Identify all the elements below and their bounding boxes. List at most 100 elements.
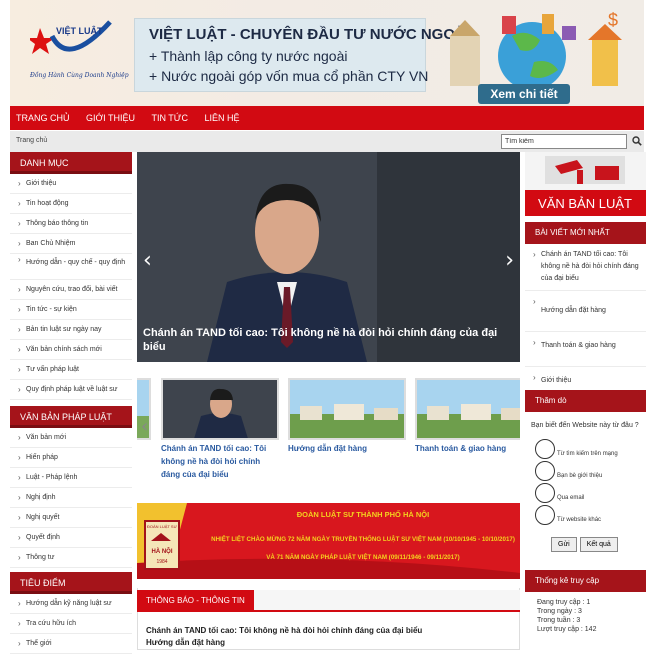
left-sidebar: DANH MỤC Giới thiệu Tin hoạt động Thông …	[10, 152, 132, 654]
poll-box: Thăm dò Bạn biết đến Website này từ đâu …	[525, 390, 646, 552]
nav-news[interactable]: TIN TỨC	[145, 106, 194, 130]
promo-line-2: VÀ 71 NĂM NGÀY PHÁP LUẬT VIỆT NAM (09/11…	[266, 553, 459, 561]
radio-button[interactable]	[535, 483, 555, 503]
slider-caption[interactable]: Chánh án TAND tối cao: Tôi không nề hà đ…	[143, 326, 513, 354]
thumb-title[interactable]: Hướng dẫn đặt hàng	[288, 442, 406, 455]
featured-slider[interactable]: ‹ › Chánh án TAND tối cao: Tôi không nề …	[137, 152, 520, 362]
law-heading: VĂN BẢN PHÁP LUẬT	[10, 406, 132, 428]
ad-line-2: + Nước ngoài góp vốn mua cổ phần CTY VN	[149, 68, 429, 84]
law-docs-banner[interactable]: VĂN BẢN LUẬT	[525, 152, 646, 216]
poll-option-label: Bạn bè giới thiệu	[557, 473, 603, 479]
law-docs-title: VĂN BẢN LUẬT	[538, 196, 632, 211]
notice-list: Chánh án TAND tối cao: Tôi không nề hà đ…	[146, 625, 422, 649]
focus-heading: TIÊU ĐIỂM	[10, 572, 132, 594]
slider-prev-icon[interactable]: ‹	[143, 248, 152, 273]
thumb-item[interactable]: Chánh án TAND tối cao: Tôi không nề hà đ…	[161, 378, 279, 481]
stats-heading: Thống kê truy cập	[525, 570, 646, 592]
notice-item[interactable]: Hướng dẫn đặt hàng	[146, 637, 422, 649]
law-item[interactable]: Luật - Pháp lệnh	[10, 468, 132, 488]
breadcrumb-bar: Trang chủ	[10, 131, 644, 152]
focus-item[interactable]: Thể giới	[10, 634, 132, 654]
svg-text:$: $	[608, 10, 618, 30]
category-heading: DANH MỤC	[10, 152, 132, 174]
logo-mark-icon: VIỆT LUẬT	[27, 20, 112, 54]
site-logo[interactable]: VIỆT LUẬT Đồng Hành Cùng Doanh Nghiệp	[27, 14, 129, 94]
stats-box: Thống kê truy cập Đang truy cập : 1 Tron…	[525, 570, 646, 634]
category-item[interactable]: Nguyên cứu, trao đổi, bài viết	[10, 280, 132, 300]
result-button[interactable]: Kết quả	[579, 537, 618, 552]
latest-heading: BÀI VIẾT MỚI NHẤT	[525, 222, 646, 244]
ad-title: VIỆT LUẬT - CHUYÊN ĐẦU TƯ NƯỚC NGOÀI	[149, 26, 471, 43]
poll-question: Bạn biết đến Website này từ đâu ?	[531, 422, 639, 429]
ad-line-1: + Thành lập công ty nước ngoài	[149, 48, 348, 64]
poll-heading: Thăm dò	[525, 390, 646, 412]
radio-button[interactable]	[535, 439, 555, 459]
law-item[interactable]: Quyết định	[10, 528, 132, 548]
radio-button[interactable]	[535, 461, 555, 481]
category-item[interactable]: Hướng dẫn - quy chế - quy định	[10, 254, 132, 280]
latest-posts: BÀI VIẾT MỚI NHẤT Chánh án TAND tối cao:…	[525, 222, 646, 393]
law-item[interactable]: Nghị quyết	[10, 508, 132, 528]
thumbnail-strip: Chánh án TAND tối cao: Tôi không nề hà đ…	[137, 372, 520, 492]
slider-next-icon[interactable]: ›	[505, 248, 514, 273]
category-item[interactable]: Tư vấn pháp luật	[10, 360, 132, 380]
vote-button[interactable]: Gửi	[551, 537, 577, 552]
nav-about[interactable]: GIỚI THIỆU	[80, 106, 141, 130]
main-nav: TRANG CHỦ GIỚI THIỆU TIN TỨC LIÊN HỆ	[10, 106, 644, 130]
badge-top: ĐOÀN LUẬT SƯ	[147, 524, 178, 529]
thumb-title[interactable]: Chánh án TAND tối cao: Tôi không nề hà đ…	[161, 442, 279, 481]
focus-item[interactable]: Tra cứu hữu ích	[10, 614, 132, 634]
promo-org: ĐOÀN LUẬT SƯ THÀNH PHỐ HÀ NỘI	[297, 509, 429, 519]
category-item[interactable]: Thông báo thông tin	[10, 214, 132, 234]
promo-banner[interactable]: ĐOÀN LUẬT SƯ HÀ NỘI 1984 ĐOÀN LUẬT SƯ TH…	[137, 503, 520, 579]
category-item[interactable]: Quy định pháp luật về luật sư	[10, 380, 132, 400]
law-item[interactable]: Văn bản mới	[10, 428, 132, 448]
detail-button[interactable]: Xem chi tiết	[478, 84, 570, 104]
notice-title: THÔNG BÁO - THÔNG TIN	[137, 590, 254, 612]
nav-contact[interactable]: LIÊN HỆ	[198, 106, 245, 130]
notice-item[interactable]: Chánh án TAND tối cao: Tôi không nề hà đ…	[146, 625, 422, 637]
logo-text: VIỆT LUẬT	[56, 25, 103, 36]
poll-option[interactable]: Qua email	[525, 483, 646, 505]
latest-item[interactable]: Hướng dẫn đặt hàng	[525, 291, 646, 332]
promo-line-1: NHIỆT LIỆT CHÀO MỪNG 72 NĂM NGÀY TRUYỀN …	[211, 535, 515, 543]
poll-option-label: Từ tìm kiếm trên mạng	[557, 451, 618, 457]
category-item[interactable]: Ban Chủ Nhiệm	[10, 234, 132, 254]
stat-total: Lượt truy cập : 142	[537, 626, 597, 633]
header-banner: VIỆT LUẬT Đồng Hành Cùng Doanh Nghiệp VI…	[10, 0, 644, 106]
stat-today: Trong ngày : 3	[537, 608, 582, 615]
thumb-item[interactable]: Hướng dẫn đặt hàng	[288, 378, 406, 455]
thumb-item[interactable]: Thanh toán & giao hàng	[415, 378, 520, 455]
category-item[interactable]: Bản tin luật sư ngày nay	[10, 320, 132, 340]
category-item[interactable]: Tin tức - sự kiện	[10, 300, 132, 320]
law-item[interactable]: Nghị định	[10, 488, 132, 508]
poll-option[interactable]: Từ tìm kiếm trên mạng	[525, 439, 646, 461]
law-item[interactable]: Hiến pháp	[10, 448, 132, 468]
breadcrumb[interactable]: Trang chủ	[16, 137, 47, 144]
badge-year: 1984	[156, 559, 167, 565]
thumbs-prev-icon[interactable]: ‹	[141, 416, 148, 437]
notice-header: THÔNG BÁO - THÔNG TIN	[137, 590, 520, 612]
stat-week: Trong tuần : 3	[537, 617, 581, 624]
radio-button[interactable]	[535, 505, 555, 525]
law-item[interactable]: Thông tư	[10, 548, 132, 568]
poll-option[interactable]: Từ website khác	[525, 505, 646, 527]
category-item[interactable]: Văn bản chính sách mới	[10, 340, 132, 360]
search-icon[interactable]	[632, 136, 642, 146]
ad-box[interactable]: VIỆT LUẬT - CHUYÊN ĐẦU TƯ NƯỚC NGOÀI + T…	[134, 18, 470, 92]
category-item[interactable]: Tin hoạt động	[10, 194, 132, 214]
poll-option-label: Từ website khác	[557, 517, 602, 523]
badge-mid: HÀ NỘI	[152, 547, 173, 555]
focus-item[interactable]: Hướng dẫn kỹ năng luật sư	[10, 594, 132, 614]
latest-item[interactable]: Thanh toán & giao hàng	[525, 332, 646, 367]
search-input[interactable]	[501, 134, 627, 149]
poll-option-label: Qua email	[557, 495, 585, 501]
nav-home[interactable]: TRANG CHỦ	[10, 106, 76, 130]
category-item[interactable]: Giới thiệu	[10, 174, 132, 194]
poll-option[interactable]: Bạn bè giới thiệu	[525, 461, 646, 483]
latest-item[interactable]: Chánh án TAND tối cao: Tôi không nề hà đ…	[525, 244, 646, 291]
logo-slogan: Đồng Hành Cùng Doanh Nghiệp	[30, 72, 129, 79]
stat-online: Đang truy cập : 1	[537, 599, 591, 606]
globe-houses-icon: $	[450, 10, 622, 90]
thumb-title[interactable]: Thanh toán & giao hàng	[415, 442, 520, 455]
